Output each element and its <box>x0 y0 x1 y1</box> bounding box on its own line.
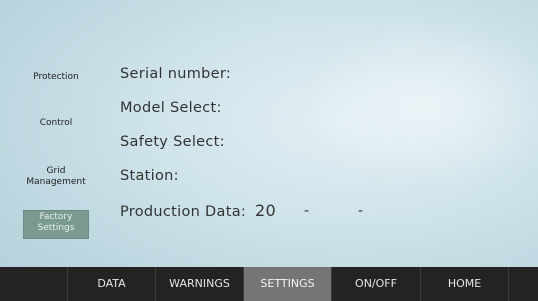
sidebar-item-grid-management[interactable]: Grid Management <box>24 166 88 188</box>
sidebar-item-factory-settings[interactable]: Factory Settings <box>23 210 89 239</box>
sidebar-item-label: Protection <box>33 72 79 82</box>
serial-number-field: Serial number: <box>120 66 231 82</box>
nav-warnings-button[interactable]: WARNINGS <box>155 267 243 301</box>
nav-data-button[interactable]: DATA <box>67 267 155 301</box>
background-glow <box>300 20 538 190</box>
sidebar-item-label: Factory Settings <box>37 212 75 233</box>
serial-number-label: Serial number: <box>120 66 232 82</box>
station-field[interactable]: Station: <box>120 168 179 184</box>
nav-settings-button[interactable]: SETTINGS <box>243 267 331 301</box>
nav-onoff-button[interactable]: ON/OFF <box>331 267 420 301</box>
navbar-spacer-left <box>0 267 67 301</box>
station-label: Station: <box>120 168 179 184</box>
settings-screen: Protection Control Grid Management Facto… <box>0 0 538 301</box>
production-data-month-separator: - <box>304 203 310 219</box>
production-data-day-separator: - <box>358 203 364 219</box>
sidebar-item-protection[interactable]: Protection <box>24 72 88 83</box>
sidebar-item-label: Grid Management <box>26 166 86 187</box>
sidebar-item-label: Control <box>39 118 73 128</box>
production-data-label: Production Data: <box>120 204 247 220</box>
sidebar-item-control[interactable]: Control <box>24 118 88 129</box>
model-select-label: Model Select: <box>120 100 222 116</box>
model-select-field[interactable]: Model Select: <box>120 100 222 116</box>
bottom-navbar: DATA WARNINGS SETTINGS ON/OFF HOME <box>0 267 538 301</box>
safety-select-label: Safety Select: <box>120 134 225 150</box>
safety-select-field[interactable]: Safety Select: <box>120 134 225 150</box>
production-data-field[interactable]: Production Data: 20 <box>120 201 276 220</box>
nav-home-button[interactable]: HOME <box>420 267 508 301</box>
navbar-spacer-right <box>508 267 538 301</box>
production-data-year[interactable]: 20 <box>255 201 276 220</box>
